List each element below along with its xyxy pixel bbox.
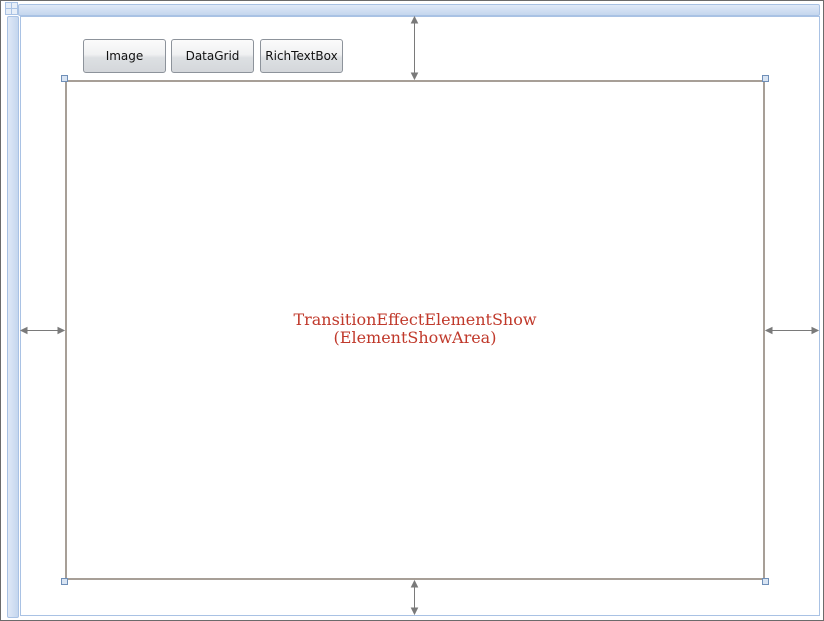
margin-guides [19,15,820,616]
left-margin-arrow-left-icon [19,326,28,335]
bottom-margin-arrow-down-icon [410,607,419,616]
top-margin-arrow-up-icon [410,15,419,24]
left-margin-arrow-right-icon [57,326,66,335]
top-margin-arrow-down-icon [410,72,419,81]
right-margin-arrow-right-icon [811,326,820,335]
bottom-margin-arrow-up-icon [410,579,419,588]
right-margin-arrow-left-icon [764,326,773,335]
